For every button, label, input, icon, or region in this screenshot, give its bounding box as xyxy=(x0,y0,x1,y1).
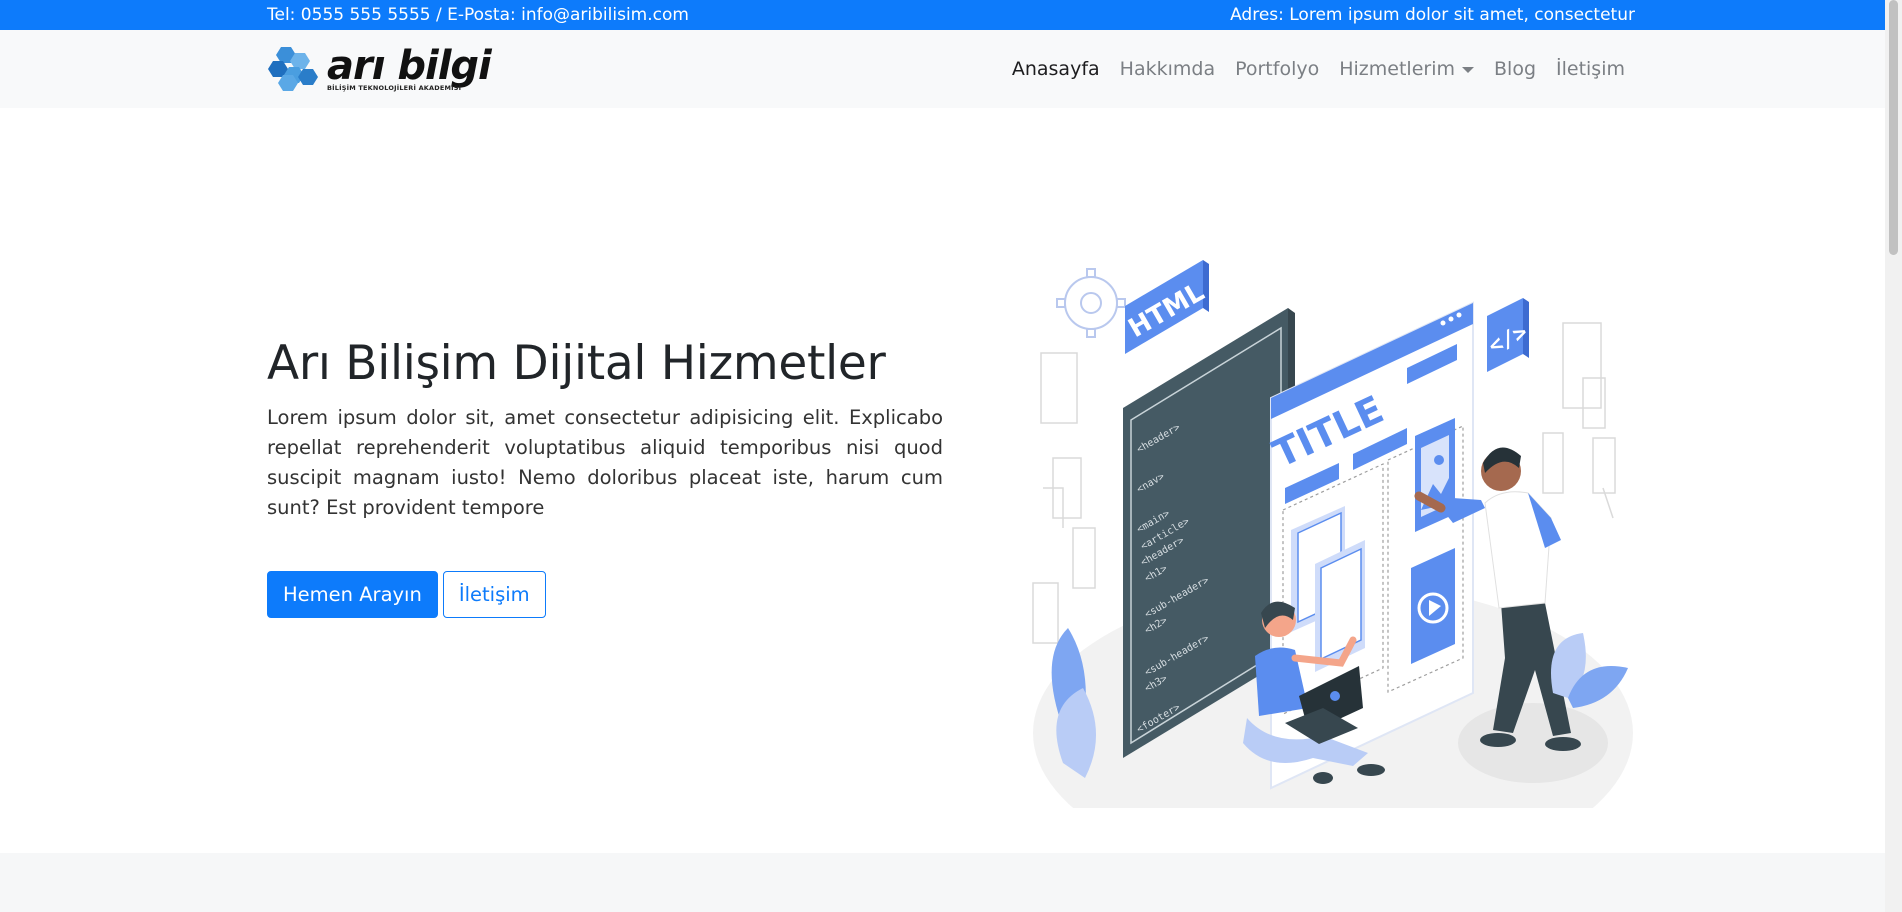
nav-item-blog[interactable]: Blog xyxy=(1484,58,1546,80)
hero-buttons: Hemen Arayın İletişim xyxy=(267,571,943,618)
html-badge: HTML xyxy=(1124,260,1209,354)
nav-item-portfolyo[interactable]: Portfolyo xyxy=(1225,58,1329,80)
contact-button[interactable]: İletişim xyxy=(442,571,546,618)
scrollbar-thumb[interactable] xyxy=(1889,0,1898,255)
code-badge-icon: </> xyxy=(1485,298,1532,372)
hero-content: Arı Bilişim Dijital Hizmetler Lorem ipsu… xyxy=(267,336,943,618)
honeycomb-icon xyxy=(268,47,318,91)
page-scrollbar[interactable] xyxy=(1885,0,1902,912)
brand-name: arı bilgi xyxy=(327,43,492,90)
caret-down-icon xyxy=(1462,67,1474,73)
next-section-band xyxy=(0,853,1902,912)
contact-info: Tel: 0555 555 5555 / E-Posta: info@aribi… xyxy=(267,5,689,25)
gear-icon xyxy=(1056,268,1126,338)
floor-spot xyxy=(1458,703,1608,783)
nav-item-hakkimda[interactable]: Hakkımda xyxy=(1110,58,1225,80)
hero-title: Arı Bilişim Dijital Hizmetler xyxy=(267,336,886,391)
web-development-illustration: <header> <nav> <main> <article> <header>… xyxy=(1032,260,1633,808)
top-info-bar: Tel: 0555 555 5555 / E-Posta: info@aribi… xyxy=(0,0,1902,30)
call-now-button[interactable]: Hemen Arayın xyxy=(267,571,438,618)
nav-item-hizmetlerim[interactable]: Hizmetlerim xyxy=(1329,58,1484,80)
main-nav: Anasayfa Hakkımda Portfolyo Hizmetlerim … xyxy=(1002,58,1635,80)
brand-tagline: BİLİŞİM TEKNOLOJİLERİ AKADEMİSİ xyxy=(327,84,462,93)
brand-logo-link[interactable]: arı bilgi BİLİŞİM TEKNOLOJİLERİ AKADEMİS… xyxy=(267,43,492,93)
hero-description: Lorem ipsum dolor sit, amet consectetur … xyxy=(267,406,943,519)
nav-item-hizmetlerim-label: Hizmetlerim xyxy=(1339,58,1455,80)
navbar: arı bilgi BİLİŞİM TEKNOLOJİLERİ AKADEMİS… xyxy=(0,30,1902,108)
address-info: Adres: Lorem ipsum dolor sit amet, conse… xyxy=(1230,5,1635,25)
hero-section: Arı Bilişim Dijital Hizmetler Lorem ipsu… xyxy=(0,108,1902,854)
nav-item-anasayfa[interactable]: Anasayfa xyxy=(1002,58,1110,80)
nav-item-iletisim[interactable]: İletişim xyxy=(1546,58,1635,80)
video-card xyxy=(1411,548,1455,664)
